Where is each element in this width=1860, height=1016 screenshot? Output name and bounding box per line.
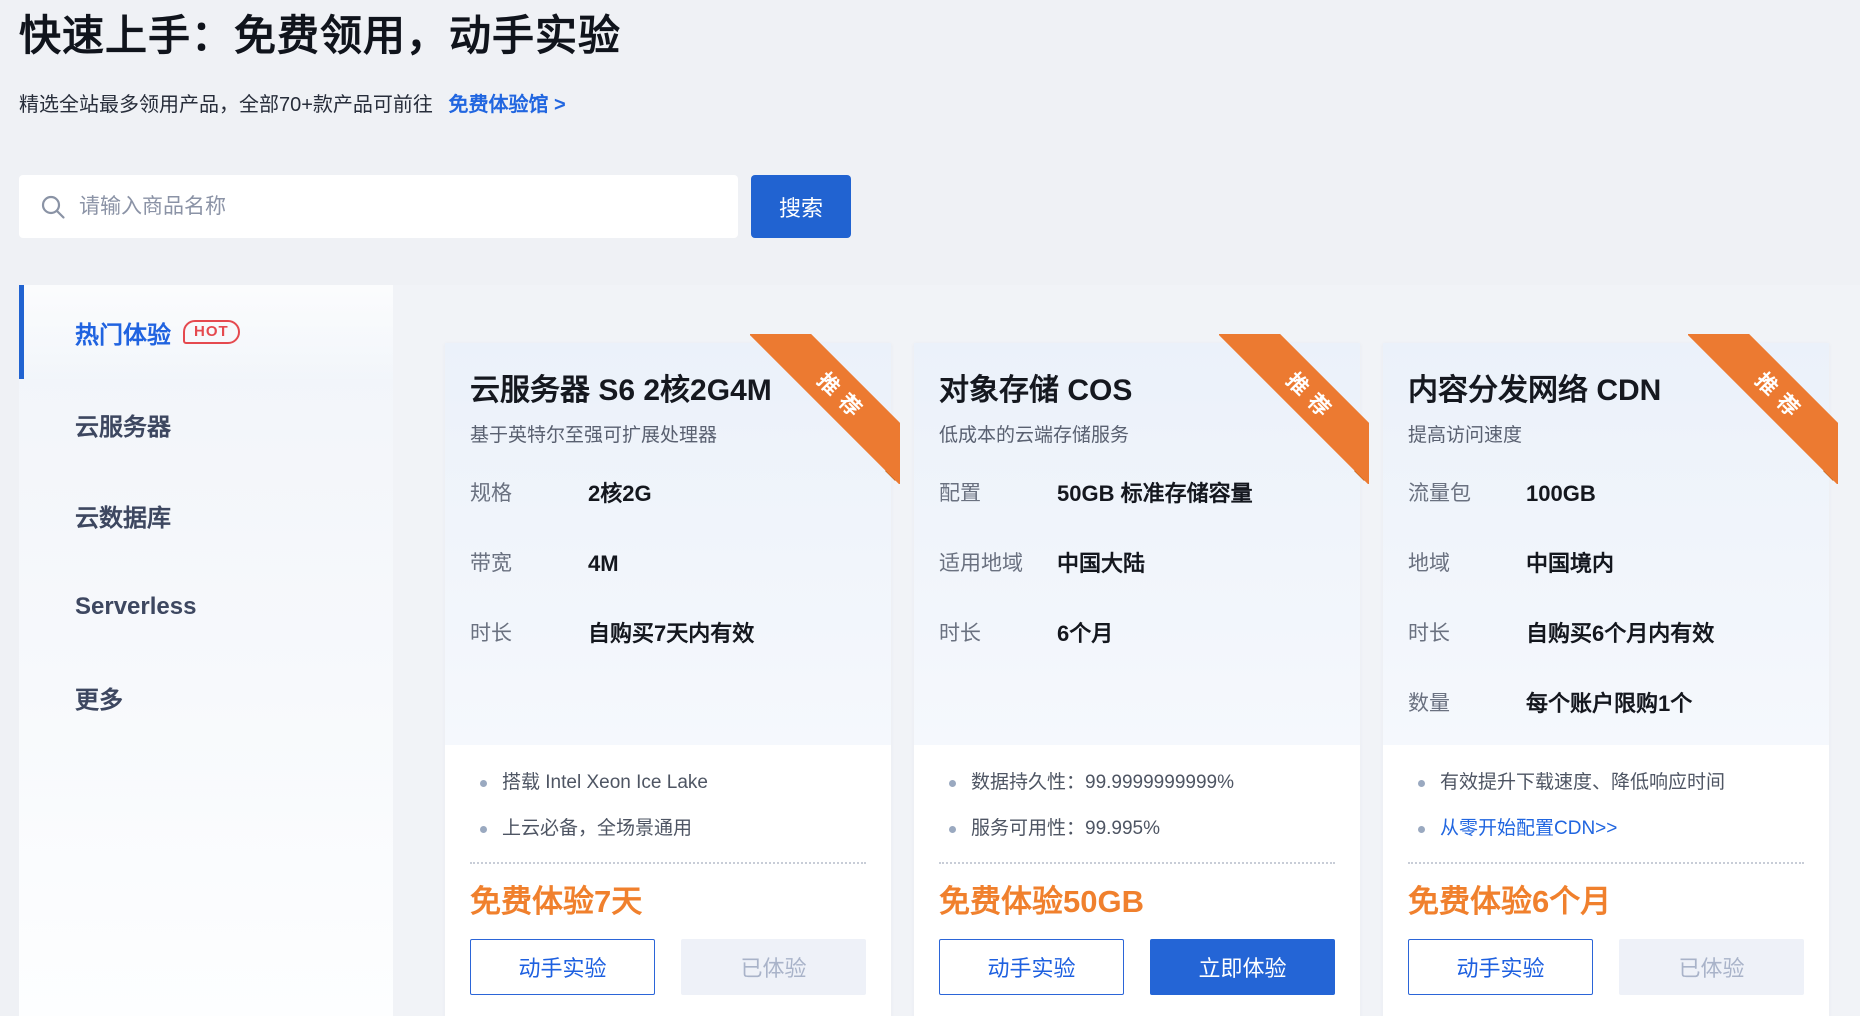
spec-value: 2核2G [588, 479, 652, 509]
card-subtitle: 提高访问速度 [1408, 422, 1804, 449]
hands-on-lab-button[interactable]: 动手实验 [470, 939, 655, 995]
sidebar-item-label: 更多 [75, 680, 123, 715]
card-title: 对象存储 COS [939, 370, 1335, 412]
feature-bullet: 上云必备，全场景通用 [470, 816, 866, 842]
spec-list: 规格 2核2G 带宽 4M 时长 自购买7天内有效 [470, 479, 866, 649]
product-card-cos: 对象存储 COS 低成本的云端存储服务 配置 50GB 标准存储容量 适用地域 … [914, 343, 1360, 1016]
hands-on-lab-button[interactable]: 动手实验 [939, 939, 1124, 995]
already-experienced-button[interactable]: 已体验 [1619, 939, 1804, 995]
spec-label: 带宽 [470, 549, 588, 579]
spec-label: 适用地域 [939, 549, 1057, 579]
spec-value: 自购买6个月内有效 [1526, 619, 1714, 649]
subtitle-text: 精选全站最多领用产品，全部70+款产品可前往 [19, 94, 433, 116]
free-offer-text: 免费体验6个月 [1408, 881, 1804, 923]
card-header: 云服务器 S6 2核2G4M 基于英特尔至强可扩展处理器 规格 2核2G 带宽 … [445, 343, 891, 745]
spec-label: 配置 [939, 479, 1057, 509]
product-card-cdn: 内容分发网络 CDN 提高访问速度 流量包 100GB 地域 中国境内 时长 自… [1383, 343, 1829, 1016]
bullet-dot-icon [949, 826, 956, 833]
already-experienced-button[interactable]: 已体验 [681, 939, 866, 995]
sidebar-item-cloud-server[interactable]: 云服务器 [19, 379, 393, 470]
bullet-dot-icon [1418, 826, 1425, 833]
feature-bullet: 有效提升下载速度、降低响应时间 [1408, 770, 1804, 796]
sidebar-item-more[interactable]: 更多 [19, 652, 393, 743]
card-body: 搭载 Intel Xeon Ice Lake 上云必备，全场景通用 免费体验7天… [445, 745, 891, 995]
spec-row: 时长 自购买7天内有效 [470, 619, 866, 649]
spec-label: 时长 [939, 619, 1057, 649]
sidebar-item-serverless[interactable]: Serverless [19, 561, 393, 652]
spec-row: 配置 50GB 标准存储容量 [939, 479, 1335, 509]
cdn-config-link-bullet: 从零开始配置CDN>> [1408, 816, 1804, 842]
dotted-divider [939, 862, 1335, 864]
bullet-dot-icon [949, 780, 956, 787]
cdn-config-link[interactable]: 从零开始配置CDN>> [1440, 816, 1617, 842]
free-offer-text: 免费体验7天 [470, 881, 866, 923]
feature-bullet: 搭载 Intel Xeon Ice Lake [470, 770, 866, 796]
spec-row: 时长 6个月 [939, 619, 1335, 649]
bullet-dot-icon [1418, 780, 1425, 787]
hot-badge: HOT [183, 320, 240, 344]
feature-bullet: 服务可用性：99.995% [939, 816, 1335, 842]
card-title: 内容分发网络 CDN [1408, 370, 1804, 412]
product-cards: 云服务器 S6 2核2G4M 基于英特尔至强可扩展处理器 规格 2核2G 带宽 … [445, 343, 1829, 1016]
sidebar-item-hot-experience[interactable]: 热门体验 HOT [19, 285, 393, 379]
spec-row: 流量包 100GB [1408, 479, 1804, 509]
card-subtitle: 低成本的云端存储服务 [939, 422, 1335, 449]
spec-value: 50GB 标准存储容量 [1057, 479, 1253, 509]
product-card-cvm: 云服务器 S6 2核2G4M 基于英特尔至强可扩展处理器 规格 2核2G 带宽 … [445, 343, 891, 1016]
card-body: 有效提升下载速度、降低响应时间 从零开始配置CDN>> 免费体验6个月 动手实验… [1383, 745, 1829, 995]
sidebar-item-label: 云数据库 [75, 498, 171, 533]
sidebar-item-label: 云服务器 [75, 407, 171, 442]
card-header: 对象存储 COS 低成本的云端存储服务 配置 50GB 标准存储容量 适用地域 … [914, 343, 1360, 745]
bullet-dot-icon [480, 826, 487, 833]
card-buttons: 动手实验 已体验 [470, 939, 866, 995]
spec-value: 每个账户限购1个 [1526, 689, 1692, 719]
spec-label: 规格 [470, 479, 588, 509]
card-body: 数据持久性：99.9999999999% 服务可用性：99.995% 免费体验5… [914, 745, 1360, 995]
page-subtitle: 精选全站最多领用产品，全部70+款产品可前往 免费体验馆 > [19, 90, 566, 120]
free-trial-hall-link[interactable]: 免费体验馆 > [449, 94, 566, 116]
search-button[interactable]: 搜索 [751, 175, 851, 238]
free-offer-text: 免费体验50GB [939, 881, 1335, 923]
spec-value: 中国大陆 [1057, 549, 1145, 579]
spec-row: 带宽 4M [470, 549, 866, 579]
spec-value: 100GB [1526, 479, 1596, 509]
spec-label: 时长 [1408, 619, 1526, 649]
card-buttons: 动手实验 已体验 [1408, 939, 1804, 995]
dotted-divider [470, 862, 866, 864]
spec-row: 地域 中国境内 [1408, 549, 1804, 579]
search-row: 搜索 [19, 175, 851, 238]
search-input[interactable] [19, 175, 738, 238]
sidebar-item-label: Serverless [75, 593, 196, 621]
spec-row: 数量 每个账户限购1个 [1408, 689, 1804, 719]
spec-label: 地域 [1408, 549, 1526, 579]
spec-value: 自购买7天内有效 [588, 619, 754, 649]
spec-value: 4M [588, 549, 619, 579]
sidebar-item-cloud-database[interactable]: 云数据库 [19, 470, 393, 561]
spec-row: 时长 自购买6个月内有效 [1408, 619, 1804, 649]
bullet-dot-icon [480, 780, 487, 787]
spec-label: 数量 [1408, 689, 1526, 719]
spec-list: 配置 50GB 标准存储容量 适用地域 中国大陆 时长 6个月 [939, 479, 1335, 649]
spec-value: 中国境内 [1526, 549, 1614, 579]
card-buttons: 动手实验 立即体验 [939, 939, 1335, 995]
hands-on-lab-button[interactable]: 动手实验 [1408, 939, 1593, 995]
card-subtitle: 基于英特尔至强可扩展处理器 [470, 422, 866, 449]
spec-label: 流量包 [1408, 479, 1526, 509]
spec-row: 规格 2核2G [470, 479, 866, 509]
search-box [19, 175, 738, 238]
dotted-divider [1408, 862, 1804, 864]
spec-list: 流量包 100GB 地域 中国境内 时长 自购买6个月内有效 数量 每个账户限购… [1408, 479, 1804, 719]
card-header: 内容分发网络 CDN 提高访问速度 流量包 100GB 地域 中国境内 时长 自… [1383, 343, 1829, 745]
page-title: 快速上手：免费领用，动手实验 [19, 8, 621, 64]
page: 快速上手：免费领用，动手实验 精选全站最多领用产品，全部70+款产品可前往 免费… [0, 0, 1860, 1016]
spec-value: 6个月 [1057, 619, 1113, 649]
feature-bullet: 数据持久性：99.9999999999% [939, 770, 1335, 796]
experience-now-button[interactable]: 立即体验 [1150, 939, 1335, 995]
search-icon [40, 194, 66, 220]
sidebar: 热门体验 HOT 云服务器 云数据库 Serverless 更多 [19, 285, 393, 1016]
spec-row: 适用地域 中国大陆 [939, 549, 1335, 579]
sidebar-item-label: 热门体验 [75, 315, 171, 350]
card-title: 云服务器 S6 2核2G4M [470, 370, 866, 412]
spec-label: 时长 [470, 619, 588, 649]
